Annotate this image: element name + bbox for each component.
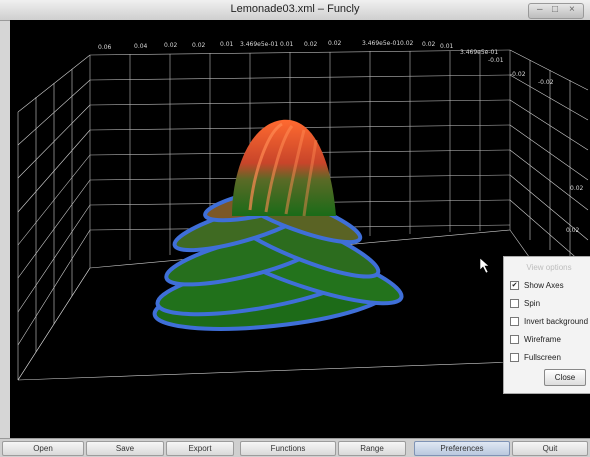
tick-label: 0.06 <box>98 44 112 51</box>
title-bar[interactable]: Lemonade03.xml – Funcly – □ × <box>0 0 590 21</box>
invert-background-option[interactable]: Invert background <box>510 317 588 326</box>
spin-label: Spin <box>524 299 541 308</box>
tick-label: 0.02 <box>566 227 580 234</box>
spin-option[interactable]: Spin <box>510 299 540 308</box>
show-axes-label: Show Axes <box>524 281 564 290</box>
preferences-button[interactable]: Preferences <box>414 441 510 456</box>
bottom-toolbar: Open Save Export Functions Range Prefere… <box>0 438 590 457</box>
close-button[interactable]: Close <box>544 369 586 386</box>
mouse-cursor <box>479 257 490 274</box>
show-axes-option[interactable]: ✔ Show Axes <box>510 281 564 290</box>
fullscreen-label: Fullscreen <box>524 353 561 362</box>
functions-button[interactable]: Functions <box>240 441 336 456</box>
tick-label: 0.04 <box>134 43 148 50</box>
tick-label: -0.02 <box>510 71 526 78</box>
open-button[interactable]: Open <box>2 441 84 456</box>
quit-button[interactable]: Quit <box>512 441 588 456</box>
range-button[interactable]: Range <box>338 441 406 456</box>
axis-tick-labels-top: 0.06 0.04 0.02 0.02 0.01 3.469e5e-01 0.0… <box>98 40 454 51</box>
show-axes-checkbox[interactable]: ✔ <box>510 281 519 290</box>
wireframe-option[interactable]: Wireframe <box>510 335 561 344</box>
window-controls[interactable]: – □ × <box>528 3 584 19</box>
tick-label: -0.01 <box>488 57 504 64</box>
dome-surface <box>232 119 336 217</box>
view-options-panel: View options ✔ Show Axes Spin Invert bac… <box>503 256 590 394</box>
tick-label: 3.469e5e-01 <box>362 40 400 47</box>
fullscreen-checkbox[interactable] <box>510 353 519 362</box>
left-wall-grid <box>17 54 91 381</box>
wireframe-label: Wireframe <box>524 335 561 344</box>
3d-viewport[interactable]: 0.06 0.04 0.02 0.02 0.01 3.469e5e-01 0.0… <box>10 20 590 438</box>
wireframe-checkbox[interactable] <box>510 335 519 344</box>
tick-label: 0.02 <box>570 185 584 192</box>
tick-label: 0.02 <box>422 41 436 48</box>
tick-label: 0.02 <box>192 42 206 49</box>
tick-label: 3.469e5e-01 <box>240 41 278 48</box>
view-options-title: View options <box>526 263 572 272</box>
save-button[interactable]: Save <box>86 441 164 456</box>
fullscreen-option[interactable]: Fullscreen <box>510 353 561 362</box>
tick-label: 0.01 <box>280 41 294 48</box>
tick-label: 0.01 <box>220 41 234 48</box>
tick-label: 0.02 <box>304 41 318 48</box>
invert-background-label: Invert background <box>524 317 589 326</box>
tick-label: 0.02 <box>400 40 414 47</box>
tick-label: 3.469e5e-01 <box>460 49 498 56</box>
close-icon[interactable]: × <box>569 4 575 15</box>
tick-label: -0.02 <box>538 79 554 86</box>
window-title: Lemonade03.xml – Funcly <box>230 3 360 15</box>
tick-label: 0.02 <box>328 40 342 47</box>
minimize-icon[interactable]: – <box>537 4 543 15</box>
invert-background-checkbox[interactable] <box>510 317 519 326</box>
spin-checkbox[interactable] <box>510 299 519 308</box>
maximize-icon[interactable]: □ <box>552 4 558 15</box>
axis-tick-labels-right: 3.469e5e-01 -0.01 -0.02 -0.02 0.02 0.02 <box>460 49 584 234</box>
tick-label: 0.01 <box>440 43 454 50</box>
export-button[interactable]: Export <box>166 441 234 456</box>
tick-label: 0.02 <box>164 42 178 49</box>
